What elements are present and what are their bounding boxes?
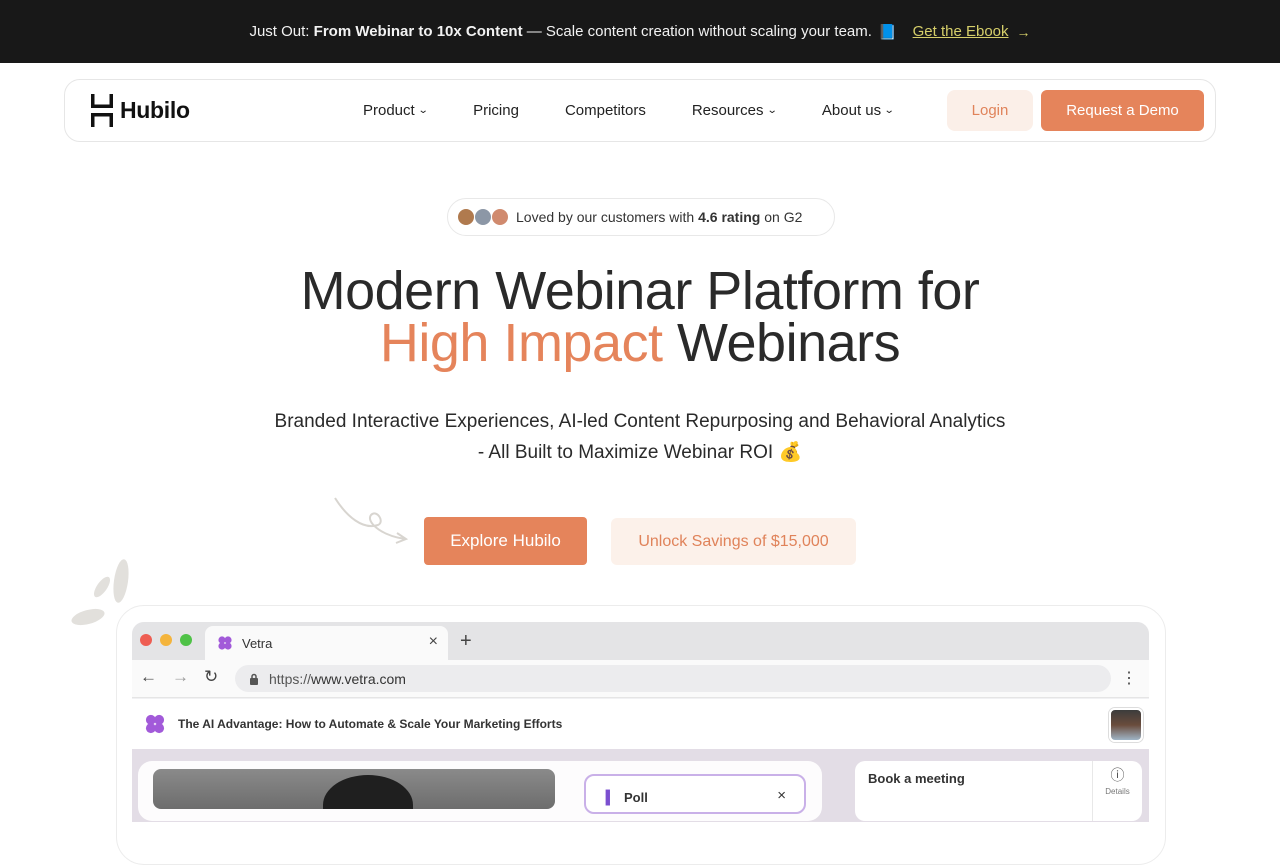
info-icon: ⓘ bbox=[1110, 767, 1125, 783]
main-nav: Hubilo Product ⌄ Pricing Competitors Reso… bbox=[64, 79, 1216, 142]
poll-label: Poll bbox=[624, 790, 648, 805]
nav-item-resources[interactable]: Resources ⌄ bbox=[691, 102, 778, 119]
nav-item-label: Pricing bbox=[473, 102, 519, 119]
book-icon: 📘 bbox=[877, 23, 897, 41]
login-button[interactable]: Login bbox=[947, 90, 1033, 131]
browser-tab[interactable]: Vetra × bbox=[205, 626, 448, 660]
hero-subtitle-line2: - All Built to Maximize Webinar ROI 💰 bbox=[477, 442, 803, 463]
nav-item-competitors[interactable]: Competitors bbox=[565, 102, 646, 119]
avatar bbox=[491, 208, 509, 226]
nav-item-pricing[interactable]: Pricing bbox=[473, 102, 519, 119]
speaker-silhouette bbox=[323, 775, 413, 809]
arrow-right-icon[interactable]: → bbox=[1017, 24, 1031, 40]
nav-item-label: About us bbox=[821, 102, 882, 119]
forward-icon[interactable]: → bbox=[172, 667, 189, 687]
vetra-logo-icon bbox=[218, 636, 232, 650]
details-label: Details bbox=[1105, 787, 1130, 796]
new-tab-icon[interactable]: + bbox=[460, 630, 472, 653]
nav-menu: Product ⌄ Pricing Competitors Resources ⌄ … bbox=[363, 80, 940, 141]
explore-hubilo-button[interactable]: Explore Hubilo bbox=[424, 517, 587, 565]
close-tab-icon[interactable]: × bbox=[429, 633, 438, 651]
avatar bbox=[457, 208, 475, 226]
hubilo-logo-icon bbox=[91, 94, 113, 127]
nav-item-about-us[interactable]: About us ⌄ bbox=[821, 102, 895, 119]
chevron-down-icon: ⌄ bbox=[766, 105, 778, 116]
speaker-video[interactable] bbox=[153, 769, 555, 809]
poll-card[interactable]: ▍ Poll × bbox=[584, 774, 806, 814]
nav-item-label: Competitors bbox=[564, 102, 646, 119]
nav-item-label: Resources bbox=[691, 102, 764, 119]
browser-mockup: Vetra × + ← → ↻ https://www.vetra.com ⋮ … bbox=[132, 622, 1149, 822]
chevron-down-icon: ⌄ bbox=[417, 105, 429, 116]
chevron-down-icon: ⌄ bbox=[883, 105, 895, 116]
rating-text-after: on G2 bbox=[764, 209, 803, 225]
window-close-dot bbox=[140, 634, 152, 646]
tab-title: Vetra bbox=[242, 635, 273, 651]
url-scheme: https:// bbox=[269, 670, 312, 687]
user-avatar[interactable] bbox=[1109, 708, 1143, 742]
nav-item-label: Product bbox=[363, 102, 415, 119]
rating-value: 4.6 rating bbox=[698, 209, 761, 225]
get-ebook-link[interactable]: Get the Ebook bbox=[913, 23, 1009, 40]
hero-title-rest: Webinars bbox=[677, 313, 901, 373]
avatar bbox=[474, 208, 492, 226]
g2-rating-badge: Loved by our customers with 4.6 rating o… bbox=[447, 198, 835, 236]
hubilo-logo[interactable]: Hubilo bbox=[91, 94, 190, 127]
announcement-text: — Scale content creation without scaling… bbox=[526, 23, 872, 40]
poll-icon: ▍ bbox=[606, 790, 616, 805]
hero-title-line2: High Impact Webinars bbox=[0, 312, 1280, 374]
vetra-logo-icon bbox=[145, 714, 165, 734]
close-poll-icon[interactable]: × bbox=[777, 787, 786, 804]
url-field[interactable]: https://www.vetra.com bbox=[235, 665, 1111, 692]
url-host: www.vetra.com bbox=[311, 670, 406, 687]
webinar-title: The AI Advantage: How to Automate & Scal… bbox=[178, 717, 563, 731]
browser-menu-icon[interactable]: ⋮ bbox=[1121, 668, 1137, 688]
unlock-savings-button[interactable]: Unlock Savings of $15,000 bbox=[611, 518, 856, 565]
nav-item-product[interactable]: Product ⌄ bbox=[363, 102, 429, 119]
announcement-highlight: From Webinar to 10x Content bbox=[313, 23, 523, 40]
hero-title-accent: High Impact bbox=[379, 313, 663, 373]
lock-icon bbox=[250, 673, 258, 685]
browser-tab-bar: Vetra × + bbox=[132, 622, 1149, 660]
request-demo-button[interactable]: Request a Demo bbox=[1041, 90, 1204, 131]
app-header: The AI Advantage: How to Automate & Scal… bbox=[132, 699, 1149, 749]
logo-text: Hubilo bbox=[120, 97, 190, 123]
announcement-prefix: Just Out: bbox=[249, 23, 310, 40]
book-meeting-label[interactable]: Book a meeting bbox=[868, 771, 965, 786]
side-panel: Book a meeting ⓘ Details bbox=[855, 761, 1142, 821]
window-minimize-dot bbox=[160, 634, 172, 646]
customer-avatars bbox=[457, 208, 509, 226]
back-icon[interactable]: ← bbox=[140, 667, 157, 687]
curly-arrow-icon bbox=[334, 497, 409, 544]
announcement-bar: Just Out: From Webinar to 10x Content — … bbox=[0, 0, 1280, 63]
reload-icon[interactable]: ↻ bbox=[204, 667, 218, 687]
rating-text-before: Loved by our customers with bbox=[516, 209, 695, 225]
window-maximize-dot bbox=[180, 634, 192, 646]
address-bar: ← → ↻ https://www.vetra.com ⋮ bbox=[132, 660, 1149, 698]
hero-subtitle-line1: Branded Interactive Experiences, AI-led … bbox=[274, 411, 1006, 432]
webinar-stage: ▍ Poll × Book a meeting ⓘ Details bbox=[132, 749, 1149, 822]
details-tab[interactable]: ⓘ Details bbox=[1092, 761, 1142, 821]
